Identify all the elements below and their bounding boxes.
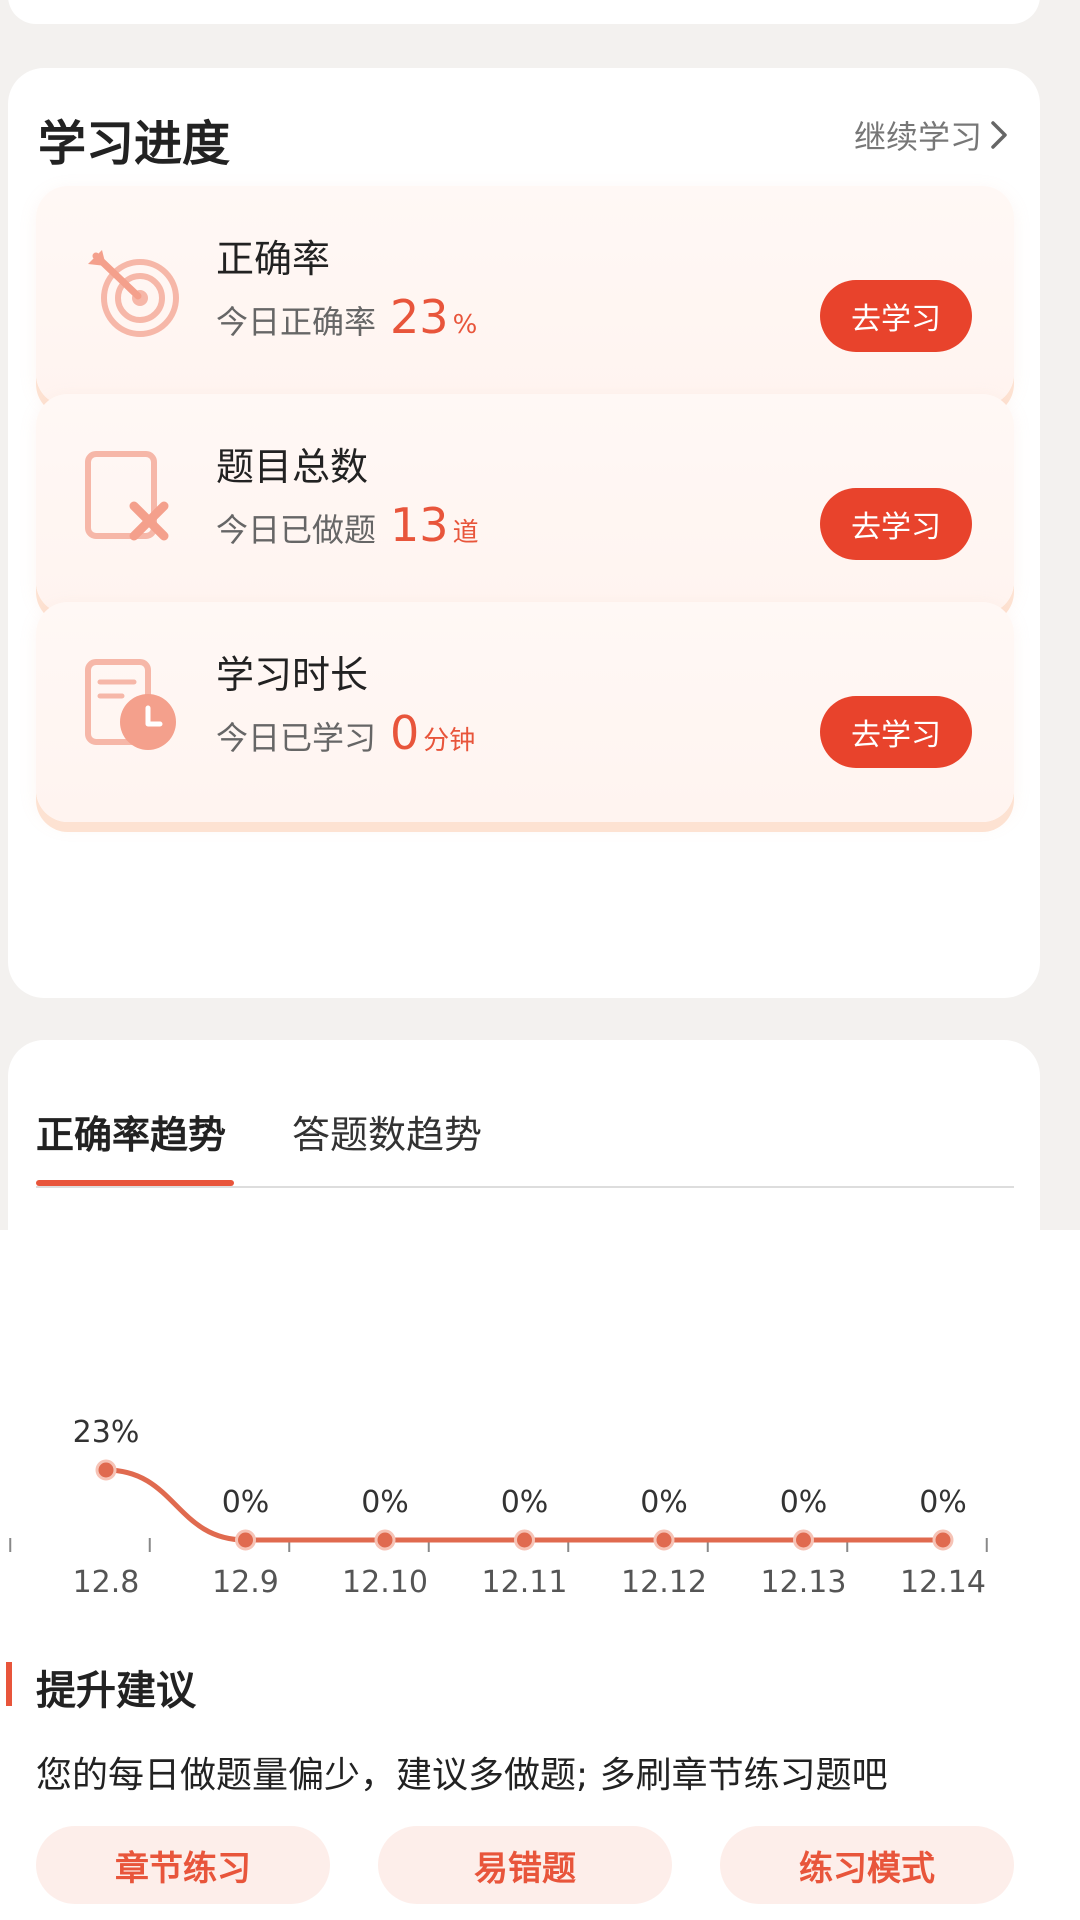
x-tick-label: 12.14 (900, 1565, 986, 1600)
x-tick-label: 12.12 (621, 1565, 707, 1600)
question-paper-icon (85, 451, 169, 541)
stat-title: 正确率 (216, 237, 331, 281)
previous-card-edge (8, 0, 1040, 24)
study-time-unit: 分钟 (423, 726, 476, 756)
x-tick-label: 12.9 (212, 1565, 279, 1600)
tabs-divider (36, 1186, 1014, 1188)
target-icon (88, 250, 179, 337)
stat-item-study-time: 学习时长 今日已学习 0 分钟 去学习 (36, 602, 1014, 822)
chapter-practice-chip[interactable]: 章节练习 (36, 1826, 330, 1904)
accuracy-value: 23 (390, 290, 449, 344)
stat-sub-label: 今日正确率 (216, 303, 377, 341)
data-label: 0% (361, 1485, 409, 1520)
study-progress-card: 学习进度 继续学习 正确率 今日正确率 23 % 去学习 题目总数 今日已做题 … (8, 68, 1040, 998)
data-label: 0% (222, 1485, 270, 1520)
active-tab-indicator (36, 1180, 234, 1186)
question-count-unit: 道 (452, 518, 479, 548)
data-point (95, 1459, 117, 1481)
practice-mode-chip[interactable]: 练习模式 (720, 1826, 1014, 1904)
x-tick-label: 12.13 (761, 1565, 847, 1600)
question-count-value: 13 (390, 498, 449, 552)
data-label: 0% (640, 1485, 688, 1520)
continue-study-label: 继续学习 (853, 118, 982, 156)
stat-item-accuracy: 正确率 今日正确率 23 % 去学习 (36, 186, 1014, 406)
data-point (374, 1529, 396, 1551)
accuracy-unit: % (452, 310, 478, 340)
go-study-button-accuracy[interactable]: 去学习 (820, 280, 972, 352)
x-tick-label: 12.11 (482, 1565, 568, 1600)
stat-item-question-count: 题目总数 今日已做题 13 道 去学习 (36, 394, 1014, 614)
go-study-button-questions[interactable]: 去学习 (820, 488, 972, 560)
accuracy-trend-chart: 23% 12.8 0% 12.9 0% 12.10 0% 12.11 0% 12.12 0% 12.1… (9, 1415, 988, 1600)
data-point (653, 1529, 675, 1551)
stat-title: 题目总数 (216, 445, 369, 489)
x-tick-label: 12.8 (73, 1565, 140, 1600)
trend-card: 正确率趋势 答题数趋势 (8, 1040, 1040, 1240)
data-point (932, 1529, 954, 1551)
data-point (514, 1529, 535, 1551)
data-point (793, 1529, 814, 1551)
data-point (235, 1529, 256, 1551)
study-time-icon (85, 659, 176, 750)
data-label: 0% (780, 1485, 828, 1520)
error-prone-questions-chip[interactable]: 易错题 (378, 1826, 672, 1904)
go-study-button-time[interactable]: 去学习 (820, 696, 972, 768)
stat-sub-label: 今日已做题 (216, 511, 377, 549)
advice-accent-bar (6, 1662, 12, 1706)
data-label: 0% (501, 1485, 549, 1520)
advice-text: 您的每日做题量偏少，建议多做题; 多刷章节练习题吧 (36, 1755, 888, 1796)
data-label: 23% (73, 1415, 140, 1450)
section-title: 学习进度 (38, 116, 231, 172)
data-label: 0% (919, 1485, 967, 1520)
chevron-right-icon (991, 121, 1007, 149)
x-tick-label: 12.10 (342, 1565, 428, 1600)
tab-accuracy-trend[interactable]: 正确率趋势 (36, 1104, 226, 1159)
advice-title: 提升建议 (36, 1668, 196, 1714)
stat-title: 学习时长 (216, 653, 369, 697)
tab-answer-count-trend[interactable]: 答题数趋势 (292, 1104, 482, 1159)
stat-sub-label: 今日已学习 (216, 719, 377, 757)
continue-study-link[interactable]: 继续学习 (854, 112, 1010, 158)
study-time-value: 0 (390, 706, 420, 760)
